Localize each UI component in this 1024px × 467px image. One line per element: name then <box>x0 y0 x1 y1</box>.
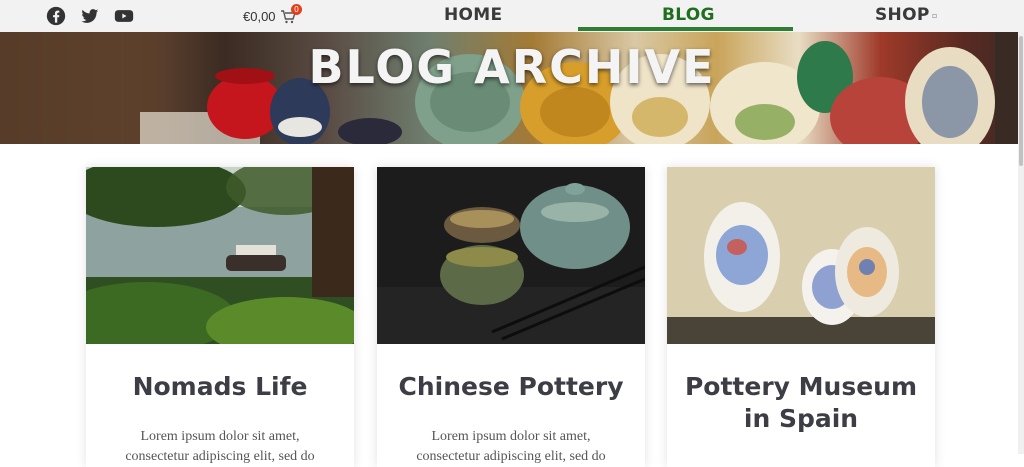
scrollbar-thumb[interactable] <box>1019 36 1023 166</box>
post-excerpt: Lorem ipsum dolor sit amet, consectetur … <box>416 429 606 464</box>
nav-active-indicator <box>578 27 793 31</box>
hero-banner: BLOG ARCHIVE <box>0 32 1024 144</box>
post-excerpt: Lorem ipsum dolor sit amet, consectetur … <box>125 429 315 464</box>
social-links <box>46 6 134 26</box>
top-bar: €0,00 0 HOME BLOG SHOP ▫ <box>0 0 1024 32</box>
post-card[interactable]: Pottery Museum in Spain <box>667 167 935 467</box>
mini-cart[interactable]: €0,00 <box>243 9 296 24</box>
post-thumbnail-image[interactable] <box>667 167 935 344</box>
youtube-icon[interactable] <box>114 6 134 26</box>
nav-home[interactable]: HOME <box>444 5 502 25</box>
cart-count-badge: 0 <box>291 4 302 15</box>
nav-shop[interactable]: SHOP <box>875 5 930 25</box>
post-thumbnail-image[interactable] <box>86 167 354 344</box>
post-title[interactable]: Chinese Pottery <box>377 371 645 403</box>
post-thumbnail-image[interactable] <box>377 167 645 344</box>
page-title: BLOG ARCHIVE <box>308 40 716 94</box>
facebook-icon[interactable] <box>46 6 66 26</box>
post-title[interactable]: Nomads Life <box>86 371 354 403</box>
post-title[interactable]: Pottery Museum in Spain <box>667 371 935 435</box>
twitter-icon[interactable] <box>80 6 100 26</box>
post-card[interactable]: Nomads Life Lorem ipsum dolor sit amet, … <box>86 167 354 467</box>
post-card[interactable]: Chinese Pottery Lorem ipsum dolor sit am… <box>377 167 645 467</box>
shop-submenu-icon[interactable]: ▫ <box>932 11 937 20</box>
nav-blog[interactable]: BLOG <box>662 5 715 25</box>
cart-total: €0,00 <box>243 9 276 24</box>
